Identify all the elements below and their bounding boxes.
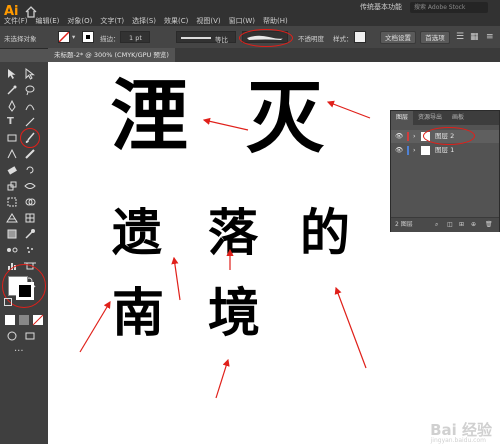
gradient-mode-icon[interactable] — [18, 314, 30, 326]
arrow-to-yi — [171, 256, 181, 301]
menu-type[interactable]: 文字(T) — [96, 16, 128, 26]
profile-value: 等比 — [215, 36, 228, 44]
selection-tool-icon[interactable] — [6, 68, 18, 80]
arrow-to-nan — [79, 300, 111, 353]
tab-artboards[interactable]: 画板 — [447, 111, 469, 125]
type-tool-icon[interactable]: T — [7, 116, 19, 128]
tab-layers[interactable]: 图层 — [391, 111, 414, 125]
fill-dropdown-icon[interactable]: ▾ — [72, 33, 75, 41]
magic-wand-tool-icon[interactable] — [6, 84, 18, 96]
workspace-switcher[interactable]: 传统基本功能 — [360, 2, 402, 12]
expand-arrow-icon[interactable]: › — [413, 130, 416, 143]
screen-mode-icon[interactable] — [24, 330, 36, 342]
selection-status: 未选择对象 — [4, 35, 37, 43]
shaper-tool-icon[interactable] — [6, 148, 18, 160]
menu-select[interactable]: 选择(S) — [128, 16, 160, 26]
document-tab[interactable]: 未标题-2* @ 300% (CMYK/GPU 预览) — [48, 48, 175, 62]
menu-view[interactable]: 视图(V) — [192, 16, 224, 26]
menu-effect[interactable]: 效果(C) — [160, 16, 192, 26]
arrow-to-mie — [326, 100, 371, 119]
rotate-tool-icon[interactable] — [24, 164, 36, 176]
menu-object[interactable]: 对象(O) — [63, 16, 96, 26]
none-mode-icon[interactable] — [32, 314, 44, 326]
layers-footer: 2 图层 ⌕ ◫ ⊞ ⊕ 🗑 — [391, 217, 499, 232]
arrow-to-de — [334, 286, 367, 369]
layers-panel: 图层 资源导出 画板 👁 › 图层 2 👁 › 图层 1 2 图层 ⌕ ◫ ⊞ … — [390, 110, 500, 232]
line-segment-tool-icon[interactable] — [24, 116, 36, 128]
eyedropper-tool-icon[interactable] — [24, 228, 36, 240]
style-swatch[interactable] — [354, 31, 366, 43]
align-icon[interactable]: ☰ — [456, 32, 464, 42]
rectangle-tool-icon[interactable] — [6, 132, 18, 144]
color-mode-icon[interactable] — [4, 314, 16, 326]
delete-layer-icon[interactable]: 🗑 — [485, 218, 493, 232]
document-setup-button[interactable]: 文档设置 — [380, 31, 416, 44]
lasso-tool-icon[interactable] — [24, 84, 36, 96]
direct-selection-tool-icon[interactable] — [24, 68, 36, 80]
stroke-weight-field[interactable]: 1 pt — [120, 31, 150, 43]
paintbrush-annotation-circle — [20, 128, 40, 148]
menu-window[interactable]: 窗口(W) — [225, 16, 259, 26]
width-tool-icon[interactable] — [24, 180, 36, 192]
layer-row-1[interactable]: 👁 › 图层 1 — [391, 144, 499, 157]
style-label: 样式： — [333, 35, 353, 43]
watermark-url: jingyan.baidu.com — [430, 437, 486, 444]
layer-count: 2 图层 — [395, 221, 413, 228]
stroke-weight-value: 1 pt — [129, 34, 142, 42]
eraser-tool-icon[interactable] — [6, 164, 18, 176]
menu-file[interactable]: 文件(F) — [0, 16, 32, 26]
symbol-sprayer-tool-icon[interactable] — [24, 244, 36, 256]
pencil-tool-icon[interactable] — [24, 148, 36, 160]
tools-panel: T ··· — [0, 62, 48, 444]
menu-help[interactable]: 帮助(H) — [259, 16, 292, 26]
arrow-to-yan — [202, 117, 249, 131]
brush-annotation-circle — [239, 29, 293, 47]
stroke-swatch[interactable] — [82, 31, 94, 43]
menu-bar: Ai 文件(F) 编辑(E) 对象(O) 文字(T) 选择(S) 效果(C) 视… — [0, 0, 500, 26]
document-tab-bar: 未标题-2* @ 300% (CMYK/GPU 预览) — [48, 48, 500, 62]
transform-icon[interactable]: ▦ — [470, 32, 479, 42]
preferences-button[interactable]: 首选项 — [420, 31, 450, 44]
gradient-tool-icon[interactable] — [6, 228, 18, 240]
perspective-grid-tool-icon[interactable] — [6, 212, 18, 224]
curvature-tool-icon[interactable] — [24, 100, 36, 112]
arrow-to-jing — [215, 358, 230, 399]
menu-edit[interactable]: 编辑(E) — [32, 16, 64, 26]
draw-mode-icon[interactable] — [6, 330, 18, 342]
layer-annotation-circle — [423, 127, 475, 145]
layer-name[interactable]: 图层 1 — [435, 144, 454, 157]
visibility-eye-icon[interactable]: 👁 — [395, 144, 403, 157]
new-sublayer-icon[interactable]: ⊞ — [459, 218, 464, 232]
layer-color-bar — [407, 132, 409, 141]
visibility-eye-icon[interactable]: 👁 — [395, 130, 403, 143]
shape-builder-tool-icon[interactable] — [24, 196, 36, 208]
opacity-label[interactable]: 不透明度 — [298, 33, 324, 43]
free-transform-tool-icon[interactable] — [6, 196, 18, 208]
layer-thumbnail — [421, 146, 430, 155]
control-bar: 未选择对象 ▾ 描边： 1 pt 等比 不透明度 样式： 文档设置 首选项 ☰ … — [0, 26, 500, 49]
stock-search-input[interactable]: 搜索 Adobe Stock — [410, 2, 488, 13]
expand-arrow-icon[interactable]: › — [413, 144, 416, 157]
blend-tool-icon[interactable] — [6, 244, 18, 256]
fill-swatch[interactable] — [58, 31, 70, 43]
edit-toolbar-icon[interactable]: ··· — [14, 346, 24, 357]
variable-width-profile[interactable]: 等比 — [176, 31, 236, 44]
layer-color-bar — [407, 146, 409, 155]
default-colors-icon[interactable] — [4, 298, 12, 306]
stroke-label: 描边： — [100, 35, 120, 43]
tab-asset-export[interactable]: 资源导出 — [413, 111, 447, 125]
panel-menu-icon[interactable]: ≡ — [486, 32, 494, 42]
pen-tool-icon[interactable] — [6, 100, 18, 112]
scale-tool-icon[interactable] — [6, 180, 18, 192]
make-clipping-mask-icon[interactable]: ◫ — [447, 218, 453, 232]
new-layer-icon[interactable]: ⊕ — [471, 218, 476, 232]
locate-object-icon[interactable]: ⌕ — [435, 218, 438, 232]
mesh-tool-icon[interactable] — [24, 212, 36, 224]
